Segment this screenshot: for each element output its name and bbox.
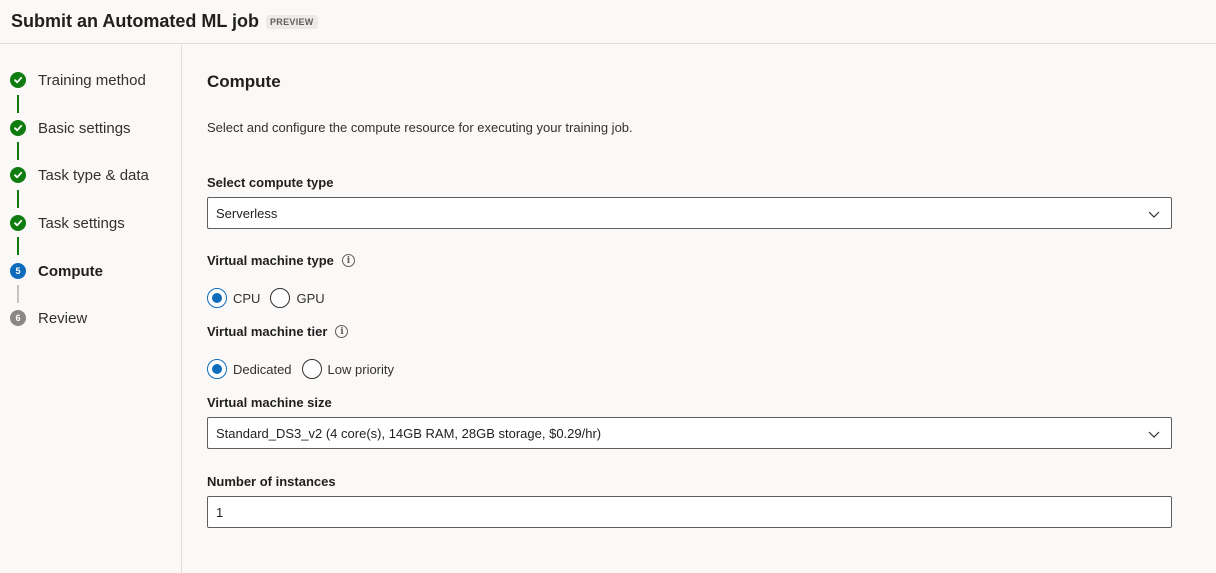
wizard-steps: Training method Basic settings Task type… <box>0 45 182 573</box>
radio-button[interactable] <box>270 288 291 308</box>
vm-type-radio-group: CPU GPU <box>207 288 335 308</box>
instances-label: Number of instances <box>207 474 336 489</box>
vm-tier-radio-group: Dedicated Low priority <box>207 359 404 379</box>
radio-button[interactable] <box>301 359 322 379</box>
radio-label: Low priority <box>327 361 395 377</box>
radio-button[interactable] <box>207 359 227 379</box>
radio-button[interactable] <box>207 288 227 308</box>
step-review[interactable]: 6 Review <box>10 308 87 328</box>
compute-type-dropdown[interactable]: Serverless <box>207 197 1172 229</box>
vm-tier-label: Virtual machine tier i <box>207 324 349 339</box>
radio-dedicated[interactable]: Dedicated <box>207 359 292 379</box>
step-label: Task settings <box>38 214 125 232</box>
section-title: Compute <box>207 72 281 91</box>
chevron-down-icon <box>1148 211 1160 218</box>
radio-low-priority[interactable]: Low priority <box>301 359 395 379</box>
vm-size-label: Virtual machine size <box>207 395 332 410</box>
instances-input[interactable]: 1 <box>207 496 1172 528</box>
step-compute[interactable]: 5 Compute <box>10 261 103 281</box>
vm-tier-label-text: Virtual machine tier <box>207 324 328 339</box>
radio-label: Dedicated <box>233 361 292 377</box>
vm-type-label-text: Virtual machine type <box>207 253 334 268</box>
step-connector <box>17 237 19 255</box>
step-training-method[interactable]: Training method <box>10 70 146 90</box>
step-basic-settings[interactable]: Basic settings <box>10 118 131 138</box>
compute-type-value: Serverless <box>216 205 278 221</box>
step-label: Compute <box>38 262 103 280</box>
compute-type-label: Select compute type <box>207 175 333 190</box>
compute-type-label-text: Select compute type <box>207 175 334 190</box>
chevron-down-icon <box>1148 431 1160 438</box>
step-label: Basic settings <box>38 119 131 137</box>
section-description: Select and configure the compute resourc… <box>207 120 633 135</box>
step-connector <box>17 142 19 160</box>
step-task-settings[interactable]: Task settings <box>10 213 125 233</box>
page-title: Submit an Automated ML job <box>11 11 259 31</box>
check-icon <box>10 215 26 231</box>
check-icon <box>10 72 26 88</box>
info-icon[interactable]: i <box>335 325 349 338</box>
radio-label: CPU <box>233 290 261 306</box>
page-header: Submit an Automated ML job PREVIEW <box>0 0 1216 44</box>
info-icon[interactable]: i <box>341 254 355 267</box>
step-label: Task type & data <box>38 166 149 184</box>
radio-cpu[interactable]: CPU <box>207 288 260 308</box>
step-label: Review <box>38 309 88 327</box>
step-connector <box>17 285 19 303</box>
step-number-icon: 5 <box>10 263 26 279</box>
vm-size-value: Standard_DS3_v2 (4 core(s), 14GB RAM, 28… <box>216 425 602 441</box>
step-connector <box>17 95 19 113</box>
step-label: Training method <box>38 71 146 89</box>
step-number-icon: 6 <box>10 310 26 326</box>
radio-label: GPU <box>296 290 325 306</box>
radio-gpu[interactable]: GPU <box>270 288 325 308</box>
vm-type-label: Virtual machine type i <box>207 253 355 268</box>
vm-size-label-text: Virtual machine size <box>207 395 332 410</box>
check-icon <box>10 120 26 136</box>
step-connector <box>17 190 19 208</box>
instances-value: 1 <box>216 504 224 520</box>
vm-size-dropdown[interactable]: Standard_DS3_v2 (4 core(s), 14GB RAM, 28… <box>207 417 1172 449</box>
check-icon <box>10 167 26 183</box>
step-task-type-data[interactable]: Task type & data <box>10 165 149 185</box>
preview-badge: PREVIEW <box>266 14 318 29</box>
instances-label-text: Number of instances <box>207 474 336 489</box>
